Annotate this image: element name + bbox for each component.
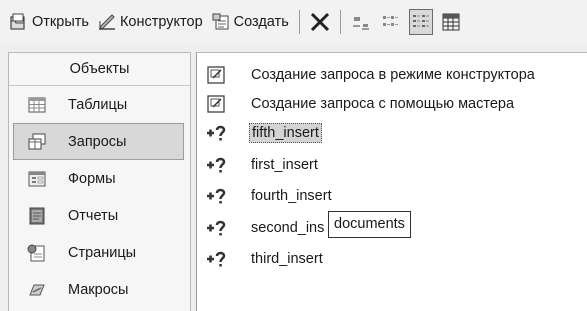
list-item[interactable]: fourth_insert [197,182,334,210]
object-item-label: Макросы [68,281,129,298]
toolbar-separator [339,10,341,34]
list-item-label: first_insert [251,157,318,173]
small-icons-button[interactable] [379,9,403,35]
list-item-label: fourth_insert [251,188,332,204]
list-item[interactable]: third_insert [197,245,325,273]
delete-button[interactable] [308,9,332,35]
macro-icon [27,281,47,299]
append-query-icon [205,249,227,269]
objects-panel: Объекты Таблицы Запросы Формы Отчеты Стр… [8,52,191,311]
create-label: Создать [233,14,289,30]
object-item-macros[interactable]: Макросы [9,271,190,308]
list-item-label: second_ins [251,220,325,236]
page-icon [27,244,47,262]
list-item[interactable]: first_insert [197,151,320,179]
object-item-forms[interactable]: Формы [9,160,190,197]
object-item-label: Запросы [68,133,127,150]
object-item-queries[interactable]: Запросы [13,123,184,160]
object-item-pages[interactable]: Страницы [9,234,190,271]
tooltip: documents [328,211,411,238]
open-label: Открыть [32,14,89,30]
delete-icon [310,12,329,32]
list-view-button[interactable] [408,9,433,35]
query-icon [27,133,47,151]
list-item[interactable]: Создание запроса с помощью мастера [197,90,516,118]
wizard-icon [205,65,227,85]
open-button[interactable]: Открыть [6,7,92,37]
list-item-label: fifth_insert [249,123,322,143]
append-query-icon [205,155,227,175]
toolbar-separator [298,10,300,34]
details-view-button[interactable] [439,9,463,35]
list-item[interactable]: fifth_insert [197,119,322,147]
table-icon [27,96,47,114]
small-icons-icon [382,16,398,26]
object-item-label: Таблицы [68,96,128,113]
report-icon [27,207,47,225]
toolbar: Открыть Конструктор Создать [0,0,587,44]
designer-button[interactable]: Конструктор [94,7,206,37]
list-item[interactable]: Создание запроса в режиме конструктора [197,61,537,89]
object-item-label: Формы [68,170,116,187]
object-item-reports[interactable]: Отчеты [9,197,190,234]
object-item-tables[interactable]: Таблицы [9,86,190,123]
append-query-icon [205,186,227,206]
query-list: Создание запроса в режиме конструктора С… [196,52,587,311]
wizard-icon [205,94,227,114]
list-item[interactable]: second_ins [197,214,326,242]
designer-label: Конструктор [119,14,203,30]
open-icon [9,12,29,32]
list-item-label: Создание запроса с помощью мастера [251,96,515,112]
list-view-icon [412,15,429,27]
create-button[interactable]: Создать [208,7,292,37]
append-query-icon [205,218,227,238]
details-view-icon [442,13,460,31]
large-icons-button[interactable] [349,9,373,35]
list-item-label: Создание запроса в режиме конструктора [251,67,535,83]
append-query-icon [205,123,227,143]
large-icons-icon [352,17,369,30]
new-object-icon [211,12,231,32]
object-item-label: Страницы [68,244,137,261]
form-icon [27,170,47,188]
design-icon [97,12,117,32]
objects-header: Объекты [9,53,190,86]
object-item-label: Отчеты [68,207,119,224]
list-item-label: third_insert [251,251,323,267]
